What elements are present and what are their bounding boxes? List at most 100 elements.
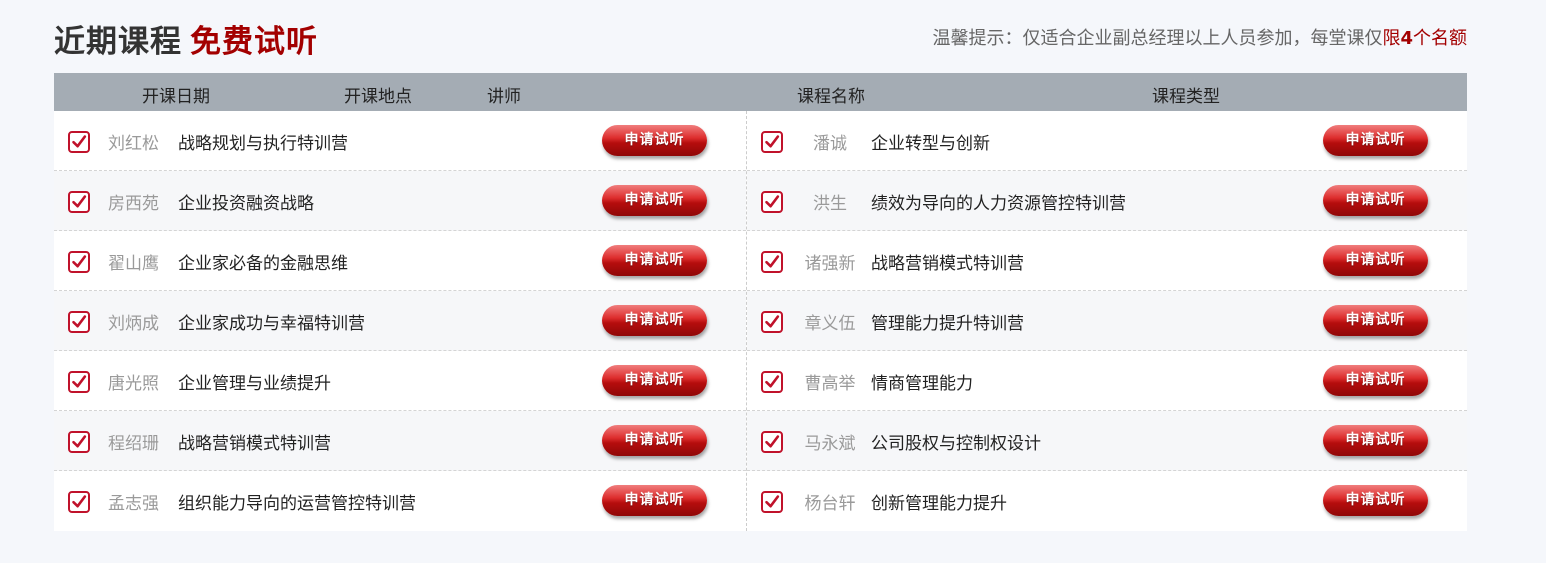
checkbox-checked-icon[interactable] [761, 371, 783, 393]
notice-text: 温馨提示：仅适合企业副总经理以上人员参加，每堂课仅限4个名额 [932, 24, 1467, 50]
column-header-course-type: 课程类型 [1152, 87, 1220, 107]
teacher-name: 唐光照 [108, 374, 159, 394]
apply-trial-button[interactable]: 申请试听 [602, 185, 707, 216]
checkbox-checked-icon[interactable] [68, 431, 90, 453]
section-header: 近期课程 免费试听 温馨提示：仅适合企业副总经理以上人员参加，每堂课仅限4个名额 [54, 0, 1467, 73]
table-row: 刘炳成 企业家成功与幸福特训营 申请试听 [54, 291, 746, 351]
teacher-name: 杨台轩 [804, 494, 856, 514]
course-name: 战略营销模式特训营 [871, 254, 1024, 274]
apply-trial-button[interactable]: 申请试听 [1323, 245, 1428, 276]
apply-trial-button[interactable]: 申请试听 [602, 425, 707, 456]
column-header-date: 开课日期 [142, 87, 210, 107]
teacher-name: 翟山鹰 [108, 254, 159, 274]
checkbox-checked-icon[interactable] [761, 251, 783, 273]
table-row: 马永斌 公司股权与控制权设计 申请试听 [747, 411, 1467, 471]
table-row: 杨台轩 创新管理能力提升 申请试听 [747, 471, 1467, 531]
teacher-name: 程绍珊 [108, 434, 159, 454]
checkbox-checked-icon[interactable] [68, 191, 90, 213]
course-name: 企业投资融资战略 [178, 194, 314, 214]
apply-trial-button[interactable]: 申请试听 [602, 125, 707, 156]
checkbox-checked-icon[interactable] [761, 311, 783, 333]
table-row: 房西苑 企业投资融资战略 申请试听 [54, 171, 746, 231]
column-header-course-name: 课程名称 [797, 87, 865, 107]
notice-number: 4 [1400, 28, 1413, 49]
apply-trial-button[interactable]: 申请试听 [1323, 425, 1428, 456]
column-header-location: 开课地点 [344, 87, 412, 107]
course-table: 刘红松 战略规划与执行特训营 申请试听 房西苑 企业投资融资战略 申请试听 翟山… [54, 111, 1467, 531]
apply-trial-button[interactable]: 申请试听 [1323, 365, 1428, 396]
checkmark-icon [765, 435, 780, 448]
table-row: 曹高举 情商管理能力 申请试听 [747, 351, 1467, 411]
apply-trial-button[interactable]: 申请试听 [602, 245, 707, 276]
teacher-name: 诸强新 [804, 254, 856, 274]
teacher-name: 曹高举 [804, 374, 856, 394]
table-row: 翟山鹰 企业家必备的金融思维 申请试听 [54, 231, 746, 291]
course-name: 管理能力提升特训营 [871, 314, 1024, 334]
apply-trial-button[interactable]: 申请试听 [1323, 185, 1428, 216]
checkmark-icon [72, 435, 87, 448]
apply-trial-button[interactable]: 申请试听 [1323, 125, 1428, 156]
teacher-name: 刘炳成 [108, 314, 159, 334]
title-recent-courses: 近期课程 [54, 24, 182, 60]
teacher-name: 章义伍 [804, 314, 856, 334]
apply-trial-button[interactable]: 申请试听 [602, 305, 707, 336]
checkbox-checked-icon[interactable] [68, 311, 90, 333]
teacher-name: 洪生 [813, 194, 847, 214]
checkmark-icon [765, 315, 780, 328]
course-name: 企业家成功与幸福特训营 [178, 314, 365, 334]
teacher-name: 潘诚 [813, 134, 847, 154]
checkmark-icon [765, 495, 780, 508]
checkmark-icon [765, 135, 780, 148]
table-row: 章义伍 管理能力提升特训营 申请试听 [747, 291, 1467, 351]
teacher-name: 孟志强 [108, 494, 159, 514]
checkmark-icon [72, 495, 87, 508]
apply-trial-button[interactable]: 申请试听 [602, 485, 707, 516]
course-name: 组织能力导向的运营管控特训营 [178, 494, 416, 514]
checkbox-checked-icon[interactable] [761, 431, 783, 453]
teacher-name: 刘红松 [108, 134, 159, 154]
course-list-left: 刘红松 战略规划与执行特训营 申请试听 房西苑 企业投资融资战略 申请试听 翟山… [54, 111, 746, 531]
table-row: 诸强新 战略营销模式特训营 申请试听 [747, 231, 1467, 291]
checkbox-checked-icon[interactable] [761, 131, 783, 153]
teacher-name: 马永斌 [804, 434, 856, 454]
course-name: 战略营销模式特训营 [178, 434, 331, 454]
apply-trial-button[interactable]: 申请试听 [1323, 485, 1428, 516]
checkmark-icon [765, 255, 780, 268]
table-row: 洪生 绩效为导向的人力资源管控特训营 申请试听 [747, 171, 1467, 231]
table-header: 开课日期 开课地点 讲师 课程名称 课程类型 [54, 73, 1467, 111]
course-name: 绩效为导向的人力资源管控特训营 [871, 194, 1126, 214]
course-list-right: 潘诚 企业转型与创新 申请试听 洪生 绩效为导向的人力资源管控特训营 申请试听 … [747, 111, 1467, 531]
course-name: 战略规划与执行特训营 [178, 134, 348, 154]
table-row: 唐光照 企业管理与业绩提升 申请试听 [54, 351, 746, 411]
notice-limit-char: 限 [1382, 28, 1401, 49]
course-name: 创新管理能力提升 [871, 494, 1007, 514]
table-row: 程绍珊 战略营销模式特训营 申请试听 [54, 411, 746, 471]
checkbox-checked-icon[interactable] [68, 491, 90, 513]
title-free-trial: 免费试听 [190, 24, 318, 60]
checkbox-checked-icon[interactable] [68, 131, 90, 153]
table-row: 潘诚 企业转型与创新 申请试听 [747, 111, 1467, 171]
apply-trial-button[interactable]: 申请试听 [1323, 305, 1428, 336]
checkbox-checked-icon[interactable] [761, 191, 783, 213]
table-row: 刘红松 战略规划与执行特训营 申请试听 [54, 111, 746, 171]
course-name: 企业转型与创新 [871, 134, 990, 154]
course-name: 公司股权与控制权设计 [871, 434, 1041, 454]
course-section: 近期课程 免费试听 温馨提示：仅适合企业副总经理以上人员参加，每堂课仅限4个名额 … [54, 0, 1467, 531]
checkbox-checked-icon[interactable] [761, 491, 783, 513]
checkmark-icon [72, 255, 87, 268]
checkmark-icon [72, 135, 87, 148]
notice-prefix: 温馨提示：仅适合企业副总经理以上人员参加，每堂课仅 [932, 28, 1383, 49]
notice-suffix: 个名额 [1413, 28, 1467, 49]
table-row: 孟志强 组织能力导向的运营管控特训营 申请试听 [54, 471, 746, 531]
course-name: 情商管理能力 [871, 374, 973, 394]
apply-trial-button[interactable]: 申请试听 [602, 365, 707, 396]
course-name: 企业管理与业绩提升 [178, 374, 331, 394]
checkmark-icon [72, 195, 87, 208]
checkmark-icon [72, 315, 87, 328]
checkmark-icon [72, 375, 87, 388]
checkbox-checked-icon[interactable] [68, 251, 90, 273]
checkmark-icon [765, 195, 780, 208]
checkbox-checked-icon[interactable] [68, 371, 90, 393]
course-name: 企业家必备的金融思维 [178, 254, 348, 274]
page-title: 近期课程 免费试听 [54, 16, 318, 61]
